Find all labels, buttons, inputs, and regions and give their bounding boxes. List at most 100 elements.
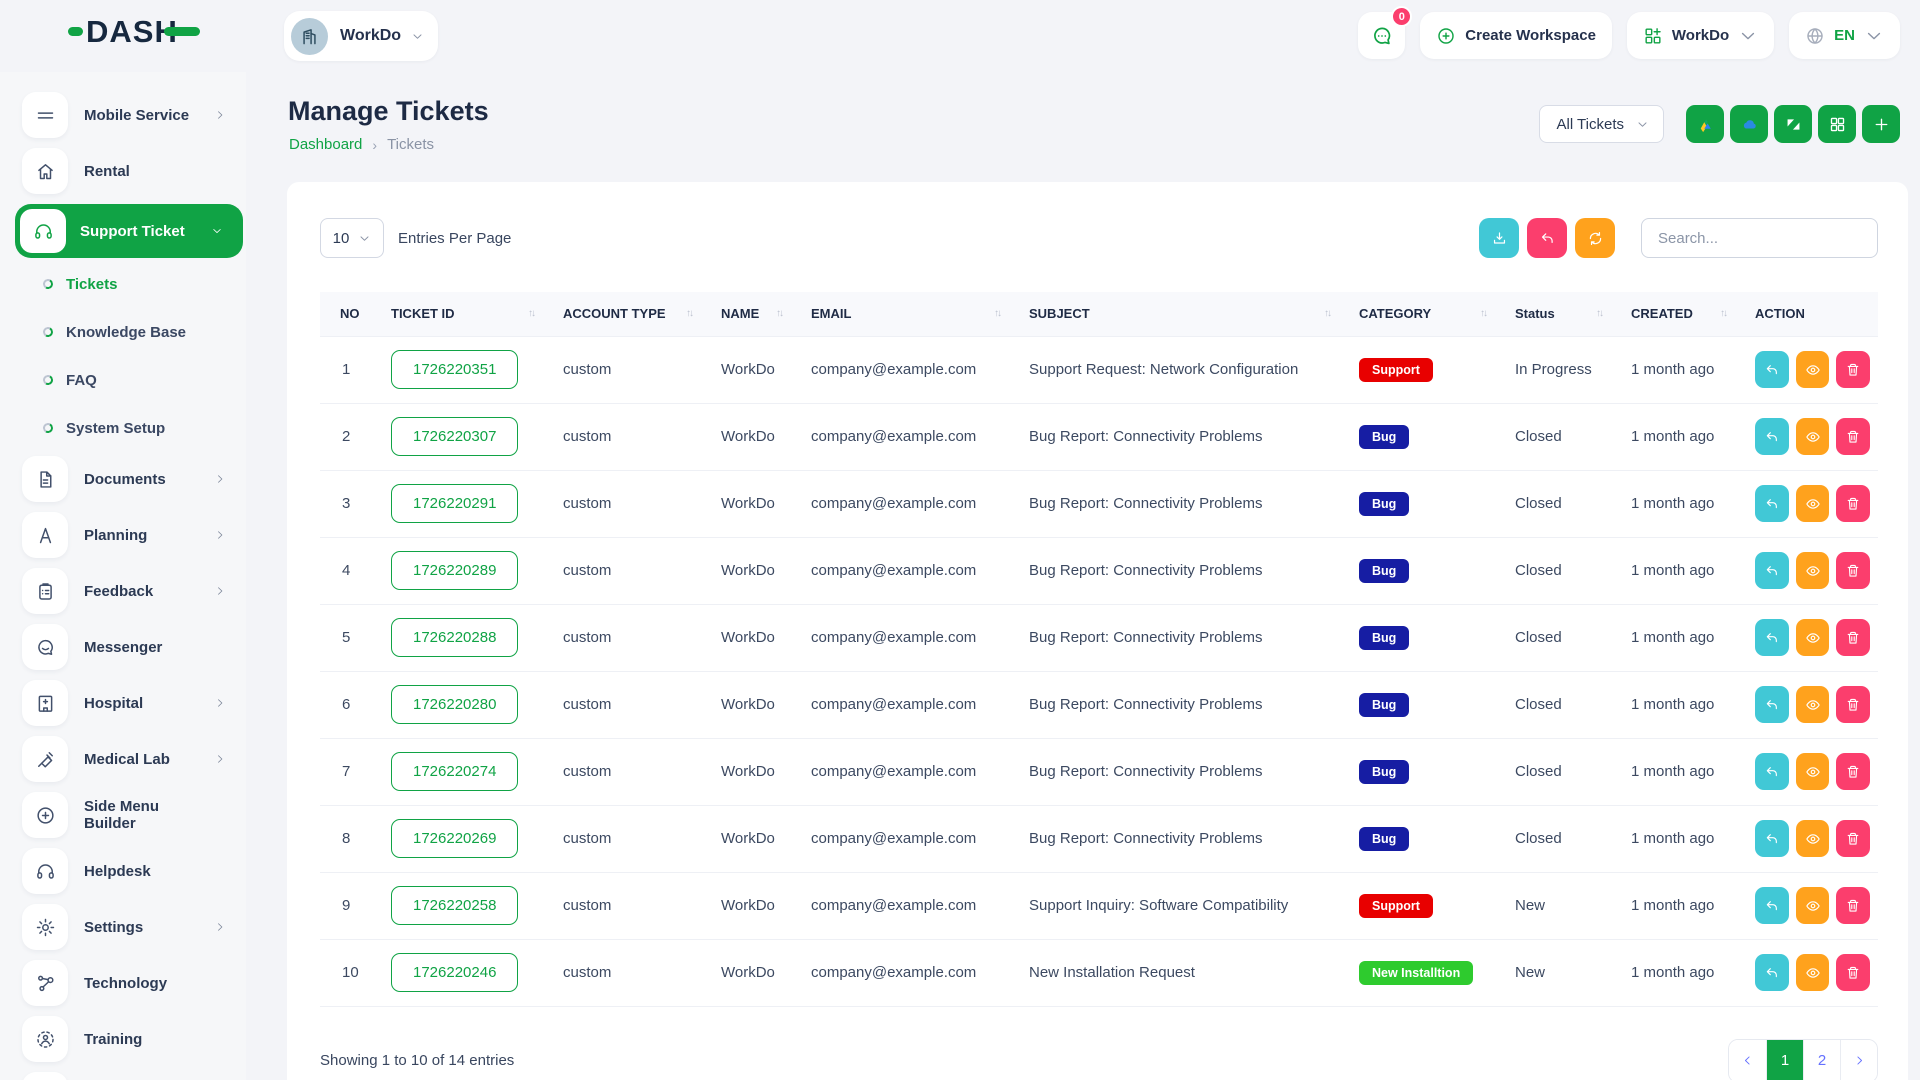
sidebar-item-mobile-service[interactable]: Mobile Service — [22, 92, 232, 138]
trash-action-button[interactable] — [1836, 753, 1870, 790]
ticket-id-pill[interactable]: 1726220307 — [391, 417, 518, 456]
sidebar-subitem-faq[interactable]: FAQ — [43, 360, 246, 400]
eye-action-button[interactable] — [1796, 485, 1830, 522]
cell-subject: Support Inquiry: Software Compatibility — [1014, 872, 1344, 939]
refresh-button[interactable] — [1575, 218, 1615, 258]
reply-action-button[interactable] — [1755, 887, 1789, 924]
reply-action-button[interactable] — [1755, 753, 1789, 790]
google-drive-button[interactable] — [1686, 105, 1724, 143]
language-selector[interactable]: EN — [1789, 12, 1900, 59]
plus-button[interactable] — [1862, 105, 1900, 143]
eye-action-button[interactable] — [1796, 753, 1830, 790]
sidebar-item-messenger[interactable]: Messenger — [22, 624, 232, 670]
ticket-id-pill[interactable]: 1726220288 — [391, 618, 518, 657]
sidebar-subitem-tickets[interactable]: Tickets — [43, 264, 246, 304]
sidebar-item-planning[interactable]: Planning — [22, 512, 232, 558]
sidebar-item-medical-lab[interactable]: Medical Lab — [22, 736, 232, 782]
entries-per-page-select[interactable]: 10 — [320, 218, 384, 258]
pagination-prev[interactable] — [1729, 1040, 1766, 1080]
reply-action-button[interactable] — [1755, 954, 1789, 991]
sidebar-item-hospital[interactable]: Hospital — [22, 680, 232, 726]
pagination-page-2[interactable]: 2 — [1803, 1040, 1840, 1080]
ticket-id-pill[interactable]: 1726220274 — [391, 752, 518, 791]
cell-status: Closed — [1500, 470, 1616, 537]
trash-action-button[interactable] — [1836, 485, 1870, 522]
workspace-selector[interactable]: WorkDo — [284, 11, 438, 61]
trash-action-button[interactable] — [1836, 820, 1870, 857]
zendesk-button[interactable] — [1774, 105, 1812, 143]
col-account-type[interactable]: ACCOUNT TYPE↑↓ — [548, 292, 706, 336]
reply-action-button[interactable] — [1755, 619, 1789, 656]
reply-action-button[interactable] — [1755, 820, 1789, 857]
reply-action-button[interactable] — [1755, 686, 1789, 723]
trash-action-button[interactable] — [1836, 418, 1870, 455]
ticket-filter-select[interactable]: All Tickets — [1539, 105, 1664, 143]
eye-action-button[interactable] — [1796, 552, 1830, 589]
cell-no: 7 — [320, 738, 376, 805]
sidebar-item-helpdesk[interactable]: Helpdesk — [22, 848, 232, 894]
sidebar-item-training[interactable]: Training — [22, 1016, 232, 1062]
eye-action-button[interactable] — [1796, 820, 1830, 857]
trash-action-button[interactable] — [1836, 619, 1870, 656]
eye-action-button[interactable] — [1796, 619, 1830, 656]
bullet-icon — [42, 374, 54, 386]
sidebar-item-rental[interactable]: Rental — [22, 148, 232, 194]
download-button[interactable] — [1479, 218, 1519, 258]
trash-action-button[interactable] — [1836, 686, 1870, 723]
col-category[interactable]: CATEGORY↑↓ — [1344, 292, 1500, 336]
eye-action-button[interactable] — [1796, 418, 1830, 455]
sidebar-item-technology[interactable]: Technology — [22, 960, 232, 1006]
category-badge: Bug — [1359, 693, 1409, 717]
create-workspace-button[interactable]: Create Workspace — [1420, 12, 1612, 59]
workdo-menu-button[interactable]: WorkDo — [1627, 12, 1774, 59]
ticket-id-pill[interactable]: 1726220280 — [391, 685, 518, 724]
col-created[interactable]: CREATED↑↓ — [1616, 292, 1740, 336]
reply-action-button[interactable] — [1755, 418, 1789, 455]
ticket-id-pill[interactable]: 1726220246 — [391, 953, 518, 992]
cell-name: WorkDo — [706, 671, 796, 738]
ticket-id-pill[interactable]: 1726220289 — [391, 551, 518, 590]
cell-email: company@example.com — [796, 738, 1014, 805]
category-badge: Bug — [1359, 827, 1409, 851]
reply-action-button[interactable] — [1755, 552, 1789, 589]
col-name[interactable]: NAME↑↓ — [706, 292, 796, 336]
chat-button[interactable]: 0 — [1358, 12, 1405, 59]
pagination-page-1[interactable]: 1 — [1766, 1040, 1803, 1080]
sidebar-item-side-menu-builder[interactable]: Side Menu Builder — [22, 792, 232, 838]
ticket-id-pill[interactable]: 1726220351 — [391, 350, 518, 389]
col-status[interactable]: Status↑↓ — [1500, 292, 1616, 336]
reply-icon — [1764, 697, 1780, 713]
sidebar-item-documents[interactable]: Documents — [22, 456, 232, 502]
breadcrumb-dashboard[interactable]: Dashboard — [289, 136, 362, 153]
col-subject[interactable]: SUBJECT↑↓ — [1014, 292, 1344, 336]
sidebar-item-feedback[interactable]: Feedback — [22, 568, 232, 614]
sidebar-item-settings[interactable]: Settings — [22, 904, 232, 950]
sidebar-subitem-system-setup[interactable]: System Setup — [43, 408, 246, 448]
reply-action-button[interactable] — [1755, 351, 1789, 388]
trash-action-button[interactable] — [1836, 887, 1870, 924]
search-input[interactable] — [1641, 218, 1878, 258]
sidebar-subitem-knowledge-base[interactable]: Knowledge Base — [43, 312, 246, 352]
trash-action-button[interactable] — [1836, 351, 1870, 388]
eye-action-button[interactable] — [1796, 351, 1830, 388]
ticket-id-pill[interactable]: 1726220258 — [391, 886, 518, 925]
pagination-next[interactable] — [1840, 1040, 1877, 1080]
trash-icon — [1845, 563, 1861, 579]
onedrive-button[interactable] — [1730, 105, 1768, 143]
reply-action-button[interactable] — [1755, 485, 1789, 522]
trash-action-button[interactable] — [1836, 954, 1870, 991]
trash-action-button[interactable] — [1836, 552, 1870, 589]
logo[interactable]: DASH — [68, 16, 200, 47]
undo-button[interactable] — [1527, 218, 1567, 258]
eye-action-button[interactable] — [1796, 686, 1830, 723]
eye-action-button[interactable] — [1796, 887, 1830, 924]
eye-action-button[interactable] — [1796, 954, 1830, 991]
col-email[interactable]: EMAIL↑↓ — [796, 292, 1014, 336]
col-ticket-id[interactable]: TICKET ID↑↓ — [376, 292, 548, 336]
ticket-id-pill[interactable]: 1726220291 — [391, 484, 518, 523]
grid-button[interactable] — [1818, 105, 1856, 143]
ticket-id-pill[interactable]: 1726220269 — [391, 819, 518, 858]
sidebar-item-support-ticket[interactable]: Support Ticket — [15, 204, 243, 258]
sidebar-item-label: Helpdesk — [84, 863, 214, 880]
sidebar-item-label: Support Ticket — [80, 223, 211, 240]
